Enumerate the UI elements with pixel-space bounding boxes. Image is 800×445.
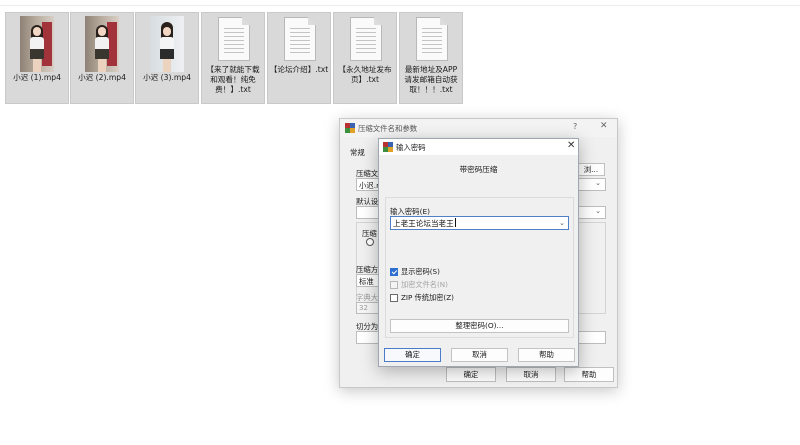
file-name: 小迟 (1).mp4 bbox=[13, 73, 61, 82]
encrypt-filenames-label: 加密文件名(N) bbox=[401, 280, 448, 289]
file-text-2[interactable]: 【论坛介绍】.txt bbox=[267, 12, 331, 104]
close-icon[interactable]: ✕ bbox=[600, 121, 608, 131]
password-dialog: 输入密码 ✕ 带密码压缩 输入密码(E) 上老王论坛当老王 ⌄ 显示密码(S) … bbox=[378, 138, 579, 367]
file-name: 小迟 (2).mp4 bbox=[78, 73, 126, 82]
video-thumbnail bbox=[85, 16, 119, 72]
password-dialog-titlebar: 输入密码 ✕ bbox=[379, 139, 578, 155]
browse-button[interactable]: 浏... bbox=[577, 163, 605, 176]
password-heading: 带密码压缩 bbox=[459, 165, 498, 174]
password-dialog-title: 输入密码 bbox=[396, 143, 426, 152]
encrypt-filenames-checkbox[interactable] bbox=[390, 281, 398, 289]
password-input[interactable]: 上老王论坛当老王 ⌄ bbox=[390, 216, 569, 230]
archive-cancel-button[interactable]: 取消 bbox=[506, 367, 556, 382]
help-icon[interactable]: ? bbox=[573, 122, 577, 131]
show-password-checkbox[interactable] bbox=[390, 268, 398, 276]
file-text-1[interactable]: 【来了就能下载 和观看！纯免 费！】.txt bbox=[201, 12, 265, 104]
archive-help-button[interactable]: 帮助 bbox=[564, 367, 614, 382]
archive-dialog-titlebar: 压缩文件名和参数 ? ✕ bbox=[340, 119, 617, 137]
tab-general[interactable]: 常规 bbox=[350, 147, 365, 158]
password-ok-button[interactable]: 确定 bbox=[384, 348, 441, 362]
file-name: 【论坛介绍】.txt bbox=[269, 65, 329, 74]
password-cancel-button[interactable]: 取消 bbox=[451, 348, 508, 362]
format-radio[interactable] bbox=[366, 238, 374, 246]
zip-legacy-encryption-label: ZIP 传统加密(Z) bbox=[401, 293, 454, 302]
zip-legacy-encryption-checkbox[interactable] bbox=[390, 294, 398, 302]
password-help-button[interactable]: 帮助 bbox=[518, 348, 575, 362]
file-text-4[interactable]: 最新地址及APP 请发邮箱自动获 取！！！.txt bbox=[399, 12, 463, 104]
file-name: 最新地址及APP 请发邮箱自动获 取！！！.txt bbox=[404, 65, 458, 94]
close-icon[interactable]: ✕ bbox=[567, 140, 575, 151]
text-file-icon bbox=[218, 17, 250, 61]
file-name: 【来了就能下载 和观看！纯免 费！】.txt bbox=[206, 65, 260, 94]
file-name: 小迟 (3).mp4 bbox=[143, 73, 191, 82]
file-video-3[interactable]: 小迟 (3).mp4 bbox=[135, 12, 199, 104]
video-thumbnail bbox=[150, 16, 184, 72]
archive-dialog-title: 压缩文件名和参数 bbox=[358, 124, 418, 133]
text-file-icon bbox=[350, 17, 382, 61]
archive-ok-button[interactable]: 确定 bbox=[446, 367, 496, 382]
text-file-icon bbox=[416, 17, 448, 61]
winrar-icon bbox=[345, 123, 355, 133]
file-video-1[interactable]: 小迟 (1).mp4 bbox=[5, 12, 69, 104]
file-text-3[interactable]: 【永久地址发布 页】.txt bbox=[333, 12, 397, 104]
chevron-down-icon[interactable]: ⌄ bbox=[559, 217, 565, 229]
top-divider bbox=[0, 5, 800, 6]
winrar-icon bbox=[383, 142, 393, 152]
file-name: 【永久地址发布 页】.txt bbox=[338, 65, 392, 84]
video-thumbnail bbox=[20, 16, 54, 72]
text-file-icon bbox=[284, 17, 316, 61]
organize-passwords-button[interactable]: 整理密码(O)... bbox=[390, 319, 569, 333]
file-video-2[interactable]: 小迟 (2).mp4 bbox=[70, 12, 134, 104]
show-password-label: 显示密码(S) bbox=[401, 267, 440, 276]
